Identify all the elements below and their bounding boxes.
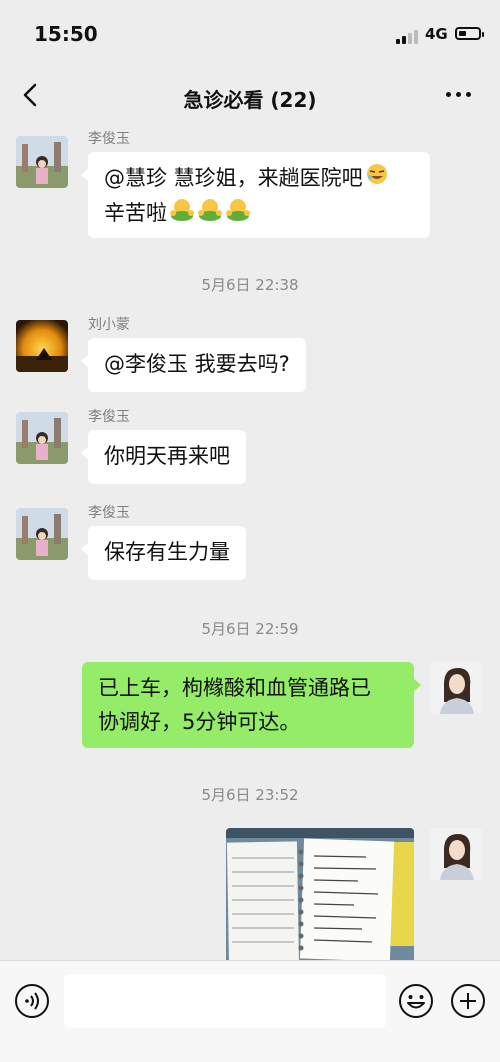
laughing-crying-emoji-icon [365, 162, 389, 196]
hug-emoji-icon [169, 196, 253, 232]
signal-icon [396, 30, 420, 44]
message-text: 辛苦啦 [104, 201, 167, 225]
sender-name: 刘小蒙 [88, 317, 130, 333]
message-bubble[interactable]: 你明天再来吧 [81, 430, 246, 484]
own-avatar[interactable] [430, 828, 482, 880]
input-bar [0, 960, 500, 1062]
message-text: 已上车，枸橼酸和血管通路已 [98, 676, 371, 700]
own-message-bubble[interactable]: 已上车，枸橼酸和血管通路已 协调好，5分钟可达。 [82, 662, 421, 748]
voice-icon[interactable] [14, 983, 50, 1019]
status-time: 15:50 [34, 22, 98, 46]
sender-name: 李俊玉 [88, 505, 130, 521]
chat-header: 急诊必看 (22) [0, 62, 500, 130]
message-bubble[interactable]: @李俊玉 我要去吗? [81, 338, 306, 392]
battery-icon [455, 27, 484, 40]
network-label: 4G [425, 25, 448, 43]
more-dots-icon[interactable] [446, 84, 480, 104]
message-list[interactable]: 李俊玉 @慧珍 慧珍姐，来趟医院吧 辛苦啦 5月6日 22:38 刘小蒙 @李俊… [0, 130, 500, 960]
message-text: @慧珍 慧珍姐，来趟医院吧 [104, 166, 363, 190]
timestamp: 5月6日 22:38 [201, 276, 299, 294]
message-text: 协调好，5分钟可达。 [98, 710, 301, 734]
avatar[interactable] [16, 320, 68, 372]
image-message[interactable] [226, 828, 414, 960]
emoji-icon[interactable] [398, 983, 434, 1019]
avatar[interactable] [16, 136, 68, 188]
timestamp: 5月6日 23:52 [201, 786, 299, 804]
timestamp: 5月6日 22:59 [201, 620, 299, 638]
sender-name: 李俊玉 [88, 131, 130, 147]
message-bubble[interactable]: 保存有生力量 [81, 526, 246, 580]
own-avatar[interactable] [430, 662, 482, 714]
chat-title: 急诊必看 (22) [183, 88, 317, 112]
plus-icon[interactable] [450, 983, 486, 1019]
avatar[interactable] [16, 412, 68, 464]
avatar[interactable] [16, 508, 68, 560]
message-input[interactable] [64, 974, 386, 1028]
message-bubble[interactable]: @慧珍 慧珍姐，来趟医院吧 辛苦啦 [81, 152, 430, 238]
sender-name: 李俊玉 [88, 409, 130, 425]
status-bar: 15:50 4G [0, 0, 500, 62]
